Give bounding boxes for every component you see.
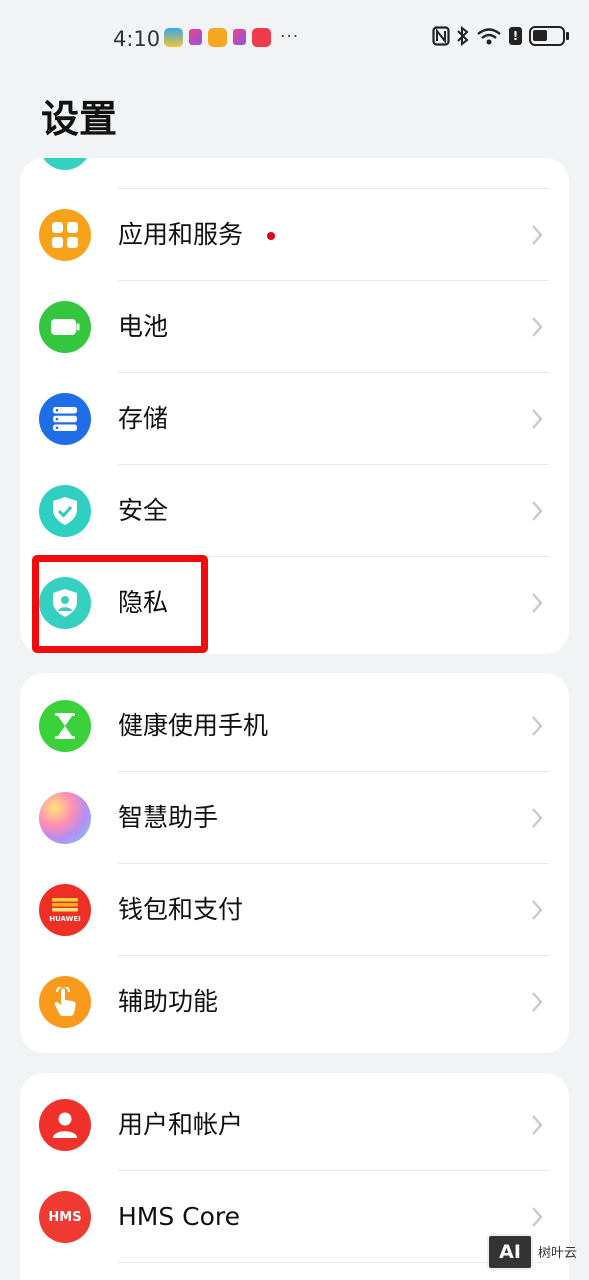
wallet-icon-text: HUAWEI	[49, 915, 81, 923]
wallet-icon: HUAWEI	[39, 884, 91, 936]
chevron-right-icon	[532, 992, 543, 1012]
chevron-right-icon	[532, 716, 543, 736]
privacy-highlight-box	[32, 555, 208, 653]
user-icon	[39, 1099, 91, 1151]
settings-item-wallet[interactable]: HUAWEI 钱包和支付	[20, 864, 569, 956]
settings-card-assist: 健康使用手机 智慧助手 HUAWEI 钱包和支付 辅助功能	[20, 673, 569, 1053]
hourglass-icon	[39, 700, 91, 752]
settings-item-label: 存储	[118, 404, 169, 433]
accessibility-hand-icon	[39, 976, 91, 1028]
partial-item-icon	[39, 158, 91, 170]
settings-item-security[interactable]: 安全	[20, 465, 569, 557]
more-notifications-indicator: ···	[280, 27, 300, 47]
chevron-right-icon	[532, 1207, 543, 1227]
alert-icon: !	[509, 27, 522, 45]
app-notification-icon	[252, 27, 271, 47]
status-bar: 4:10 ··· !	[0, 22, 589, 56]
battery-icon	[529, 26, 569, 46]
settings-item-label: 安全	[118, 496, 169, 525]
settings-item-label: 钱包和支付	[118, 895, 244, 924]
chevron-right-icon	[532, 225, 543, 245]
watermark-logo: AI	[487, 1234, 533, 1270]
wifi-icon	[477, 28, 501, 45]
chevron-right-icon	[532, 501, 543, 521]
settings-item-label: 用户和帐户	[118, 1110, 244, 1139]
settings-item-label: 健康使用手机	[118, 711, 269, 740]
chevron-right-icon	[532, 808, 543, 828]
settings-item-label: 应用和服务	[118, 220, 244, 249]
chevron-right-icon	[532, 1115, 543, 1135]
hms-icon-text: HMS	[48, 1209, 82, 1225]
new-badge-dot	[267, 232, 275, 240]
settings-item-label: 智慧助手	[118, 803, 219, 832]
settings-item-apps-services[interactable]: 应用和服务	[20, 189, 569, 281]
status-time: 4:10	[113, 27, 161, 51]
settings-item-label: 电池	[118, 312, 169, 341]
chevron-right-icon	[532, 593, 543, 613]
settings-item-digital-balance[interactable]: 健康使用手机	[20, 680, 569, 772]
watermark-text: 树叶云	[538, 1246, 578, 1261]
app-notification-icon	[189, 29, 202, 45]
system-icons: !	[432, 26, 569, 46]
page-title: 设置	[41, 97, 118, 141]
app-notification-icon	[233, 29, 246, 45]
notification-icons: ···	[164, 27, 299, 47]
settings-item-users-accounts[interactable]: 用户和帐户	[20, 1079, 569, 1171]
settings-item-storage[interactable]: 存储	[20, 373, 569, 465]
bluetooth-icon	[457, 26, 469, 46]
settings-item-label: HMS Core	[118, 1202, 241, 1231]
apps-icon	[39, 209, 91, 261]
settings-item-battery[interactable]: 电池	[20, 281, 569, 373]
chevron-right-icon	[532, 409, 543, 429]
app-notification-icon	[208, 27, 227, 47]
settings-item-accessibility[interactable]: 辅助功能	[20, 956, 569, 1048]
settings-item-smart-assistant[interactable]: 智慧助手	[20, 772, 569, 864]
gallery-notification-icon	[164, 27, 183, 47]
assistant-orb-icon	[39, 792, 91, 844]
storage-icon	[39, 393, 91, 445]
settings-item-label: 辅助功能	[118, 987, 219, 1016]
shield-check-icon	[39, 485, 91, 537]
battery-setting-icon	[39, 301, 91, 353]
chevron-right-icon	[532, 900, 543, 920]
nfc-icon	[432, 26, 450, 46]
chevron-right-icon	[532, 317, 543, 337]
divider	[118, 1262, 549, 1263]
hms-icon: HMS	[39, 1191, 91, 1243]
